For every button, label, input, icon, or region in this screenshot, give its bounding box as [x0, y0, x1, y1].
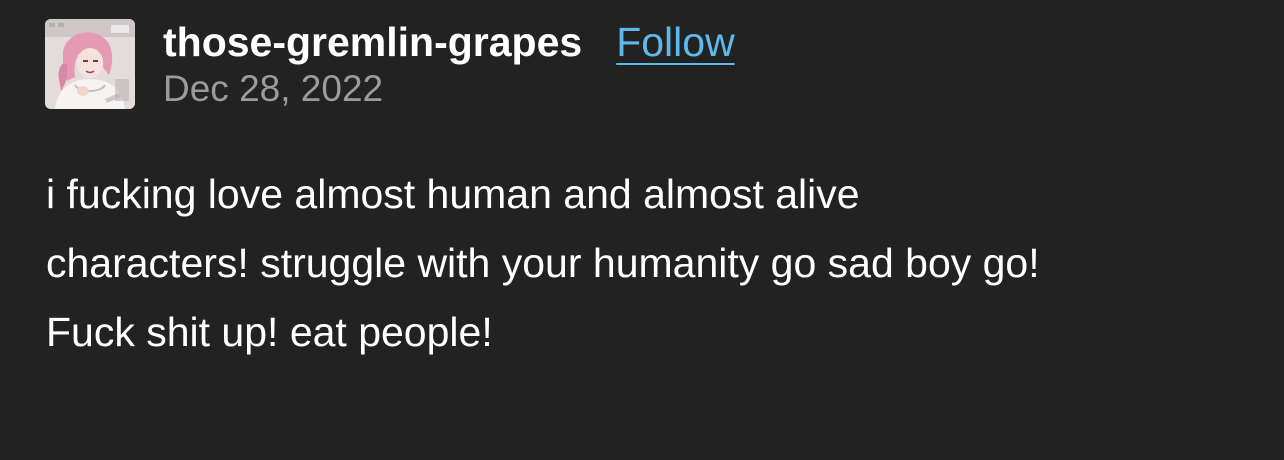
post-body-line: characters! struggle with your humanity … — [46, 240, 1040, 286]
post-body-line: i fucking love almost human and almost a… — [46, 171, 860, 217]
author-username[interactable]: those-gremlin-grapes — [163, 14, 582, 70]
avatar-image-icon — [45, 19, 135, 109]
author-avatar[interactable] — [45, 19, 135, 109]
follow-link[interactable]: Follow — [616, 14, 734, 70]
post-body: i fucking love almost human and almost a… — [46, 160, 1266, 367]
post-date[interactable]: Dec 28, 2022 — [163, 64, 735, 114]
post-header: those-gremlin-grapes Follow Dec 28, 2022 — [163, 14, 735, 114]
name-row: those-gremlin-grapes Follow — [163, 14, 735, 70]
post-body-line: Fuck shit up! eat people! — [46, 309, 493, 355]
tumblr-post: those-gremlin-grapes Follow Dec 28, 2022… — [0, 0, 1284, 460]
